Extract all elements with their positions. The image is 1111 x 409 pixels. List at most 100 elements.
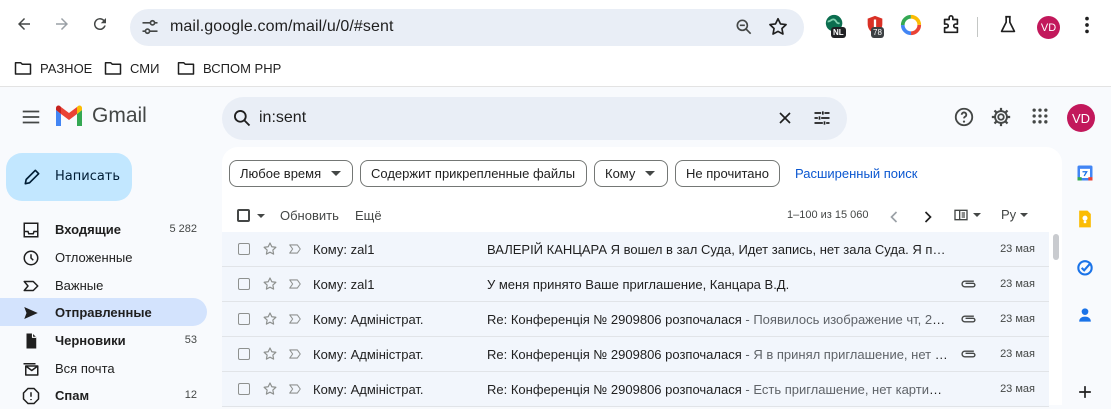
folder-icon (14, 62, 32, 75)
filter-chip-unread[interactable]: Не прочитано (675, 160, 780, 187)
settings-gear-icon[interactable] (990, 106, 1012, 128)
sidebar-item-label: Важные (55, 278, 104, 293)
input-language-label: Ру (1001, 207, 1017, 222)
chevron-left-icon[interactable] (884, 207, 904, 227)
sidebar-item-important[interactable]: Важные (0, 271, 207, 299)
email-row[interactable]: Кому: zal1 У меня принято Ваше приглашен… (222, 267, 1049, 302)
email-row[interactable]: Кому: zal1 ВАЛЕРІЙ КАНЦАРА Я вошел в зал… (222, 232, 1049, 267)
sidebar-item-inbox[interactable]: Входящие 5 282 (0, 215, 207, 243)
contacts-icon[interactable] (1075, 305, 1095, 325)
star-icon[interactable] (262, 311, 278, 327)
refresh-button[interactable]: Обновить (280, 208, 339, 223)
extension-color[interactable] (900, 14, 924, 38)
select-menu-chevron-icon[interactable] (257, 214, 265, 218)
snippet: - Есть приглашение, нет картинки из... (745, 382, 949, 397)
mail-list-panel: Любое время Содержит прикрепленные файлы… (222, 147, 1062, 407)
bookmark-folder[interactable]: СМИ (104, 60, 159, 76)
select-all-checkbox[interactable] (237, 209, 250, 222)
extensions-button[interactable] (940, 14, 964, 38)
sidebar-item-sent[interactable]: Отправленные (0, 298, 207, 326)
spam-icon (22, 387, 40, 405)
bookmarks-bar: РАЗНОЕ СМИ ВСПОМ PHP (0, 55, 1111, 87)
extension-globe[interactable]: NL (824, 14, 848, 38)
keep-icon[interactable] (1075, 209, 1095, 229)
clock-icon (23, 250, 39, 266)
attachment-icon (961, 350, 976, 358)
close-icon[interactable] (775, 108, 795, 128)
search-icon[interactable] (232, 108, 252, 128)
tasks-icon[interactable] (1075, 257, 1095, 277)
email-row[interactable]: Кому: Адміністрат. Re: Конференція № 290… (222, 302, 1049, 337)
site-settings-icon[interactable] (140, 17, 160, 37)
bookmark-label: СМИ (130, 60, 160, 76)
browser-profile-avatar[interactable]: VD (1037, 16, 1060, 39)
email-row[interactable]: Кому: Адміністрат. Re: Конференція № 290… (222, 372, 1049, 407)
subject: У меня принято Ваше приглашение, Канцара… (487, 277, 790, 292)
star-icon[interactable] (262, 276, 278, 292)
forward-button[interactable] (50, 12, 74, 36)
split-pane-toggle[interactable] (953, 207, 981, 223)
importance-marker-icon[interactable] (288, 242, 302, 256)
chevron-right-icon[interactable] (918, 207, 938, 227)
zoom-icon[interactable] (734, 17, 754, 37)
importance-marker-icon[interactable] (288, 382, 302, 396)
importance-marker-icon[interactable] (288, 347, 302, 361)
date: 23 мая (1000, 348, 1035, 360)
star-icon[interactable] (262, 241, 278, 257)
calendar-icon[interactable] (1075, 163, 1095, 183)
apps-grid-icon[interactable] (1030, 106, 1050, 126)
row-checkbox[interactable] (238, 348, 250, 360)
importance-marker-icon[interactable] (288, 312, 302, 326)
labs-button[interactable] (997, 14, 1021, 38)
row-checkbox[interactable] (238, 243, 250, 255)
filter-chip-time[interactable]: Любое время (229, 160, 353, 187)
bookmark-folder[interactable]: ВСПОМ PHP (177, 60, 281, 76)
address-bar[interactable]: mail.google.com/mail/u/0/#sent (130, 9, 804, 46)
compose-button[interactable]: Написать (6, 153, 132, 201)
email-row[interactable]: Кому: Адміністрат. Re: Конференція № 290… (222, 337, 1049, 372)
star-icon[interactable] (262, 381, 278, 397)
help-icon[interactable] (953, 106, 975, 128)
scrollbar-thumb[interactable] (1053, 234, 1059, 260)
search-options-icon[interactable] (812, 108, 832, 128)
more-button[interactable]: Ещё (355, 208, 382, 223)
subject-line: Re: Конференція № 2909806 розпочалася - … (487, 312, 949, 327)
sidebar-item-all-mail[interactable]: Вся почта (0, 354, 207, 382)
bookmark-star-icon[interactable] (767, 16, 789, 38)
chip-label: Содержит прикрепленные файлы (371, 166, 576, 181)
add-icon[interactable] (1075, 382, 1095, 402)
sidebar-item-label: Спам (55, 388, 90, 403)
row-checkbox[interactable] (238, 313, 250, 325)
chevron-down-icon (645, 171, 656, 176)
all-mail-icon (23, 363, 39, 376)
search-input[interactable]: in:sent (259, 109, 306, 127)
sidebar-item-snoozed[interactable]: Отложенные (0, 243, 207, 271)
chip-label: Любое время (240, 166, 322, 181)
extension-shield[interactable]: 78 (864, 14, 888, 38)
bookmark-folder[interactable]: РАЗНОЕ (14, 60, 92, 76)
filter-chip-to[interactable]: Кому (594, 160, 668, 187)
input-language-toggle[interactable]: Ру (1001, 207, 1029, 222)
search-bar[interactable]: in:sent (222, 97, 847, 140)
back-button[interactable] (12, 12, 36, 36)
gmail-logo-text: Gmail (92, 104, 147, 127)
date: 23 мая (1000, 383, 1035, 395)
split-pane-icon (954, 209, 968, 221)
chip-label: Кому (605, 166, 636, 181)
subject: Re: Конференція № 2909806 розпочалася (487, 382, 742, 397)
star-icon[interactable] (262, 346, 278, 362)
filter-chip-attachments[interactable]: Содержит прикрепленные файлы (360, 160, 587, 187)
row-checkbox[interactable] (238, 278, 250, 290)
gmail-logo[interactable]: Gmail (54, 104, 147, 128)
subject-line: Re: Конференція № 2909806 розпочалася - … (487, 347, 949, 362)
row-checkbox[interactable] (238, 383, 250, 395)
url-text[interactable]: mail.google.com/mail/u/0/#sent (170, 18, 394, 36)
browser-menu-button[interactable] (1076, 14, 1100, 38)
arrow-left-icon (18, 18, 30, 30)
reload-button[interactable] (88, 12, 112, 36)
main-menu-icon[interactable] (20, 106, 42, 128)
advanced-search-link[interactable]: Расширенный поиск (795, 166, 917, 181)
importance-marker-icon[interactable] (288, 277, 302, 291)
sidebar-item-drafts[interactable]: Черновики 53 (0, 326, 207, 354)
account-avatar[interactable]: VD (1067, 104, 1095, 132)
